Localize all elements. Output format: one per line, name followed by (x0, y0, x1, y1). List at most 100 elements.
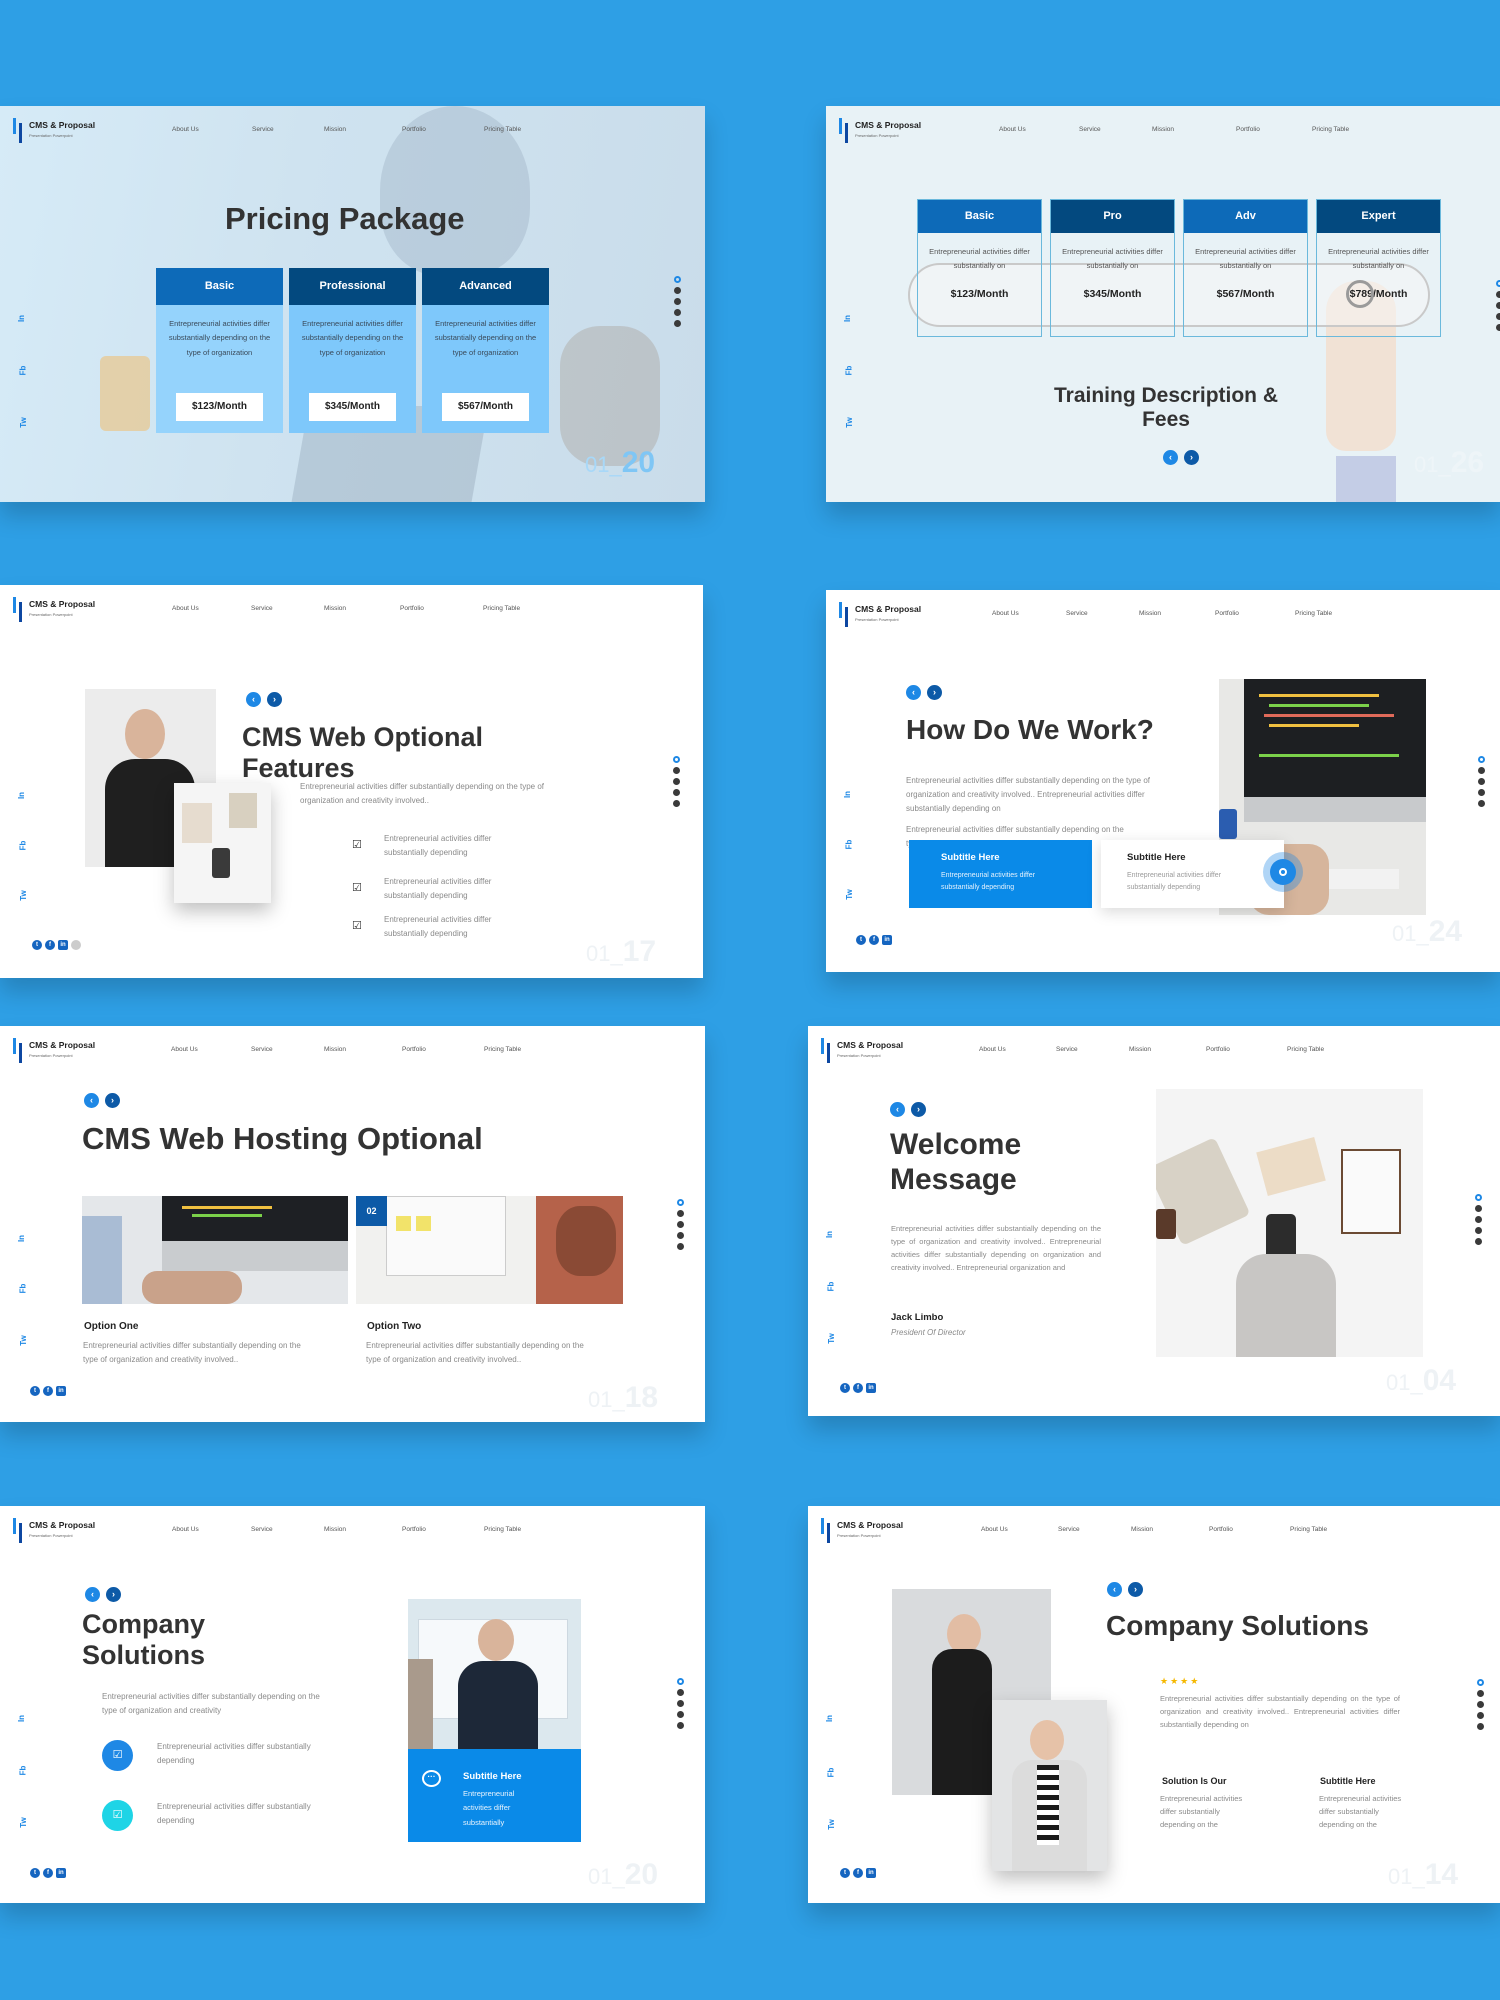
facebook-icon[interactable]: f (43, 1868, 53, 1878)
twitter-icon[interactable]: t (30, 1386, 40, 1396)
nav-about[interactable]: About Us (172, 605, 199, 612)
nav-about[interactable]: About Us (172, 126, 199, 133)
pagination-dot[interactable] (674, 320, 681, 327)
twitter-icon[interactable]: t (840, 1868, 850, 1878)
plan-card-basic[interactable]: Basic Entrepreneurial activities differ … (917, 199, 1042, 337)
slide-nav-arrows[interactable]: ‹ › (906, 685, 942, 700)
nav-pricing[interactable]: Pricing Table (1312, 126, 1349, 133)
plan-card-adv[interactable]: Adv Entrepreneurial activities differ su… (1183, 199, 1308, 337)
nav-service[interactable]: Service (252, 126, 274, 133)
pagination-dot[interactable] (674, 287, 681, 294)
linkedin-icon[interactable]: in (866, 1383, 876, 1393)
twitter-icon[interactable]: t (32, 940, 42, 950)
feature-card-secondary[interactable]: Subtitle Here Entrepreneurial activities… (1101, 840, 1284, 908)
pagination-dot[interactable] (673, 789, 680, 796)
social-twitter-link[interactable]: Tw (19, 417, 28, 428)
nav-service[interactable]: Service (1079, 126, 1101, 133)
plan-card-professional[interactable]: Professional Entrepreneurial activities … (289, 268, 416, 433)
next-arrow-icon[interactable]: › (105, 1093, 120, 1108)
nav-mission[interactable]: Mission (324, 1046, 346, 1053)
twitter-icon[interactable]: t (840, 1383, 850, 1393)
feature-card-primary[interactable]: Subtitle Here Entrepreneurial activities… (909, 840, 1092, 908)
pagination-dot[interactable] (1477, 1723, 1484, 1730)
facebook-icon[interactable]: f (853, 1383, 863, 1393)
pagination-dot[interactable] (1478, 800, 1485, 807)
prev-arrow-icon[interactable]: ‹ (85, 1587, 100, 1602)
slide-nav-arrows[interactable]: ‹ › (246, 692, 282, 707)
slide-pagination-dots[interactable] (1477, 1679, 1485, 1734)
social-twitter-link[interactable]: Tw (827, 1333, 836, 1344)
pagination-dot[interactable] (1477, 1690, 1484, 1697)
nav-portfolio[interactable]: Portfolio (1206, 1046, 1230, 1053)
nav-portfolio[interactable]: Portfolio (1215, 610, 1239, 617)
slide-pagination-dots[interactable] (677, 1678, 685, 1733)
pagination-dot[interactable] (1496, 291, 1500, 298)
nav-mission[interactable]: Mission (1139, 610, 1161, 617)
linkedin-icon[interactable]: in (56, 1868, 66, 1878)
nav-mission[interactable]: Mission (324, 1526, 346, 1533)
nav-mission[interactable]: Mission (324, 126, 346, 133)
nav-service[interactable]: Service (251, 1526, 273, 1533)
prev-arrow-icon[interactable]: ‹ (906, 685, 921, 700)
nav-about[interactable]: About Us (172, 1526, 199, 1533)
slide-nav-arrows[interactable]: ‹ › (84, 1093, 120, 1108)
nav-mission[interactable]: Mission (1129, 1046, 1151, 1053)
facebook-icon[interactable]: f (853, 1868, 863, 1878)
nav-about[interactable]: About Us (979, 1046, 1006, 1053)
social-linkedin-link[interactable]: In (843, 791, 852, 798)
pagination-dot[interactable] (677, 1232, 684, 1239)
nav-service[interactable]: Service (251, 605, 273, 612)
pagination-dot-active[interactable] (1477, 1679, 1484, 1686)
nav-service[interactable]: Service (1058, 1526, 1080, 1533)
social-facebook-link[interactable]: Fb (18, 1284, 27, 1294)
social-facebook-link[interactable]: Fb (844, 366, 853, 376)
nav-pricing[interactable]: Pricing Table (484, 1046, 521, 1053)
nav-pricing[interactable]: Pricing Table (483, 605, 520, 612)
nav-portfolio[interactable]: Portfolio (402, 126, 426, 133)
slide-pagination-dots[interactable] (1496, 280, 1500, 335)
nav-portfolio[interactable]: Portfolio (402, 1526, 426, 1533)
nav-service[interactable]: Service (251, 1046, 273, 1053)
pagination-dot[interactable] (1496, 313, 1500, 320)
pagination-dot-active[interactable] (1475, 1194, 1482, 1201)
next-arrow-icon[interactable]: › (106, 1587, 121, 1602)
slide-pagination-dots[interactable] (674, 276, 682, 331)
slide-nav-arrows[interactable]: ‹ › (890, 1102, 926, 1117)
nav-pricing[interactable]: Pricing Table (484, 126, 521, 133)
pagination-dot[interactable] (674, 309, 681, 316)
social-linkedin-link[interactable]: In (843, 315, 852, 322)
twitter-icon[interactable]: t (30, 1868, 40, 1878)
social-facebook-link[interactable]: Fb (844, 840, 853, 850)
linkedin-icon[interactable]: in (56, 1386, 66, 1396)
social-linkedin-link[interactable]: In (17, 315, 26, 322)
next-arrow-icon[interactable]: › (927, 685, 942, 700)
social-facebook-link[interactable]: Fb (18, 841, 27, 851)
nav-service[interactable]: Service (1056, 1046, 1078, 1053)
social-facebook-link[interactable]: Fb (826, 1768, 835, 1778)
social-facebook-link[interactable]: Fb (18, 1766, 27, 1776)
prev-arrow-icon[interactable]: ‹ (84, 1093, 99, 1108)
prev-arrow-icon[interactable]: ‹ (246, 692, 261, 707)
pagination-dot[interactable] (677, 1722, 684, 1729)
social-linkedin-link[interactable]: In (17, 1235, 26, 1242)
pagination-dot-active[interactable] (673, 756, 680, 763)
pagination-dot[interactable] (674, 298, 681, 305)
pagination-dot[interactable] (673, 800, 680, 807)
nav-pricing[interactable]: Pricing Table (1287, 1046, 1324, 1053)
nav-portfolio[interactable]: Portfolio (400, 605, 424, 612)
plan-card-pro[interactable]: Pro Entrepreneurial activities differ su… (1050, 199, 1175, 337)
facebook-icon[interactable]: f (45, 940, 55, 950)
pagination-dot[interactable] (677, 1221, 684, 1228)
social-linkedin-link[interactable]: In (17, 1715, 26, 1722)
pagination-dot[interactable] (1478, 789, 1485, 796)
plan-card-basic[interactable]: Basic Entrepreneurial activities differ … (156, 268, 283, 433)
pagination-dot[interactable] (1475, 1205, 1482, 1212)
nav-about[interactable]: About Us (999, 126, 1026, 133)
pagination-dot[interactable] (677, 1210, 684, 1217)
social-facebook-link[interactable]: Fb (826, 1282, 835, 1292)
pagination-dot[interactable] (677, 1243, 684, 1250)
pagination-dot[interactable] (677, 1700, 684, 1707)
pagination-dot[interactable] (1475, 1238, 1482, 1245)
slide-nav-arrows[interactable]: ‹ › (1163, 450, 1199, 465)
slide-pagination-dots[interactable] (677, 1199, 685, 1254)
